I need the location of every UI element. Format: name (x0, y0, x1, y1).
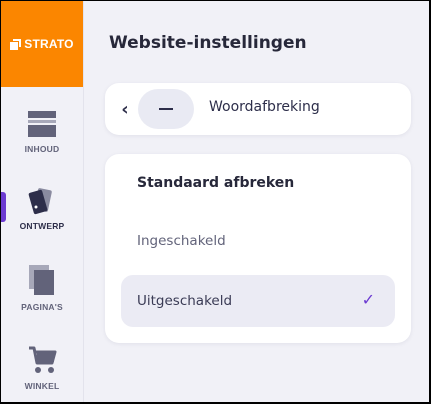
page-title: Website-instellingen (109, 33, 307, 53)
section-title: Standaard afbreken (137, 175, 295, 191)
cart-icon (29, 346, 57, 373)
breadcrumb-label: Woordafbreking (209, 99, 320, 115)
chevron-left-icon[interactable]: ‹ (119, 99, 131, 120)
design-icon (28, 188, 52, 215)
strato-logo-icon (10, 38, 22, 50)
main-panel: Website-instellingen ‹ Woordafbreking St… (84, 1, 429, 402)
minus-icon (159, 108, 173, 110)
sidebar-item-label: INHOUD (24, 144, 60, 154)
sidebar-item-label: PAGINA'S (21, 302, 63, 312)
sidebar-item-inhoud[interactable]: INHOUD (1, 93, 83, 171)
sidebar-item-ontwerp[interactable]: ONTWERP (1, 169, 83, 247)
breadcrumb: ‹ Woordafbreking (105, 83, 411, 135)
brand-name: STRATO (24, 37, 74, 51)
sidebar-item-label: ONTWERP (19, 221, 65, 231)
sidebar-item-winkel[interactable]: WINKEL (1, 329, 83, 402)
sidebar-item-paginas[interactable]: PAGINA'S (1, 249, 83, 327)
strato-logo[interactable]: STRATO (1, 1, 83, 87)
option-label: Uitgeschakeld (137, 293, 233, 309)
options-card: Standaard afbreken Ingeschakeld Uitgesch… (105, 154, 411, 343)
option-uitgeschakeld[interactable]: Uitgeschakeld ✓ (121, 275, 395, 327)
sidebar: STRATO INHOUD ONTWERP PAGINA'S WINKEL (1, 1, 84, 402)
collapse-button[interactable] (138, 89, 194, 129)
option-label: Ingeschakeld (137, 233, 226, 249)
option-ingeschakeld[interactable]: Ingeschakeld (121, 215, 395, 267)
checkmark-icon: ✓ (361, 290, 375, 309)
pages-icon (29, 265, 54, 295)
app-frame: STRATO INHOUD ONTWERP PAGINA'S WINKEL We… (1, 1, 429, 402)
content-icon (28, 111, 56, 137)
sidebar-item-label: WINKEL (24, 381, 60, 391)
